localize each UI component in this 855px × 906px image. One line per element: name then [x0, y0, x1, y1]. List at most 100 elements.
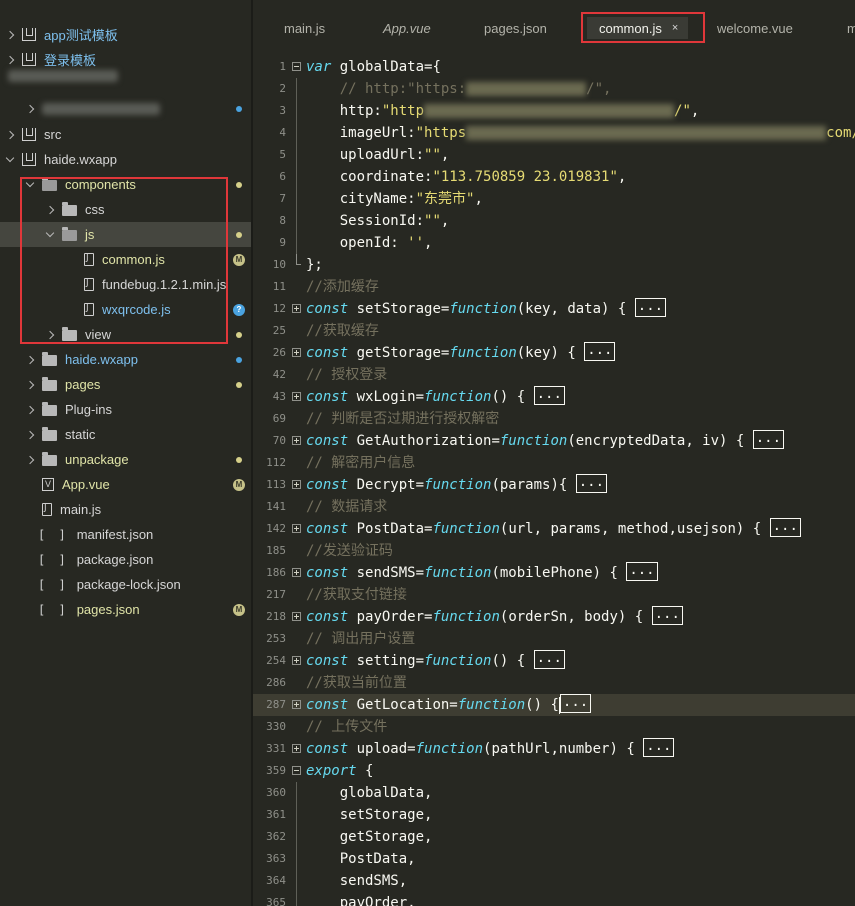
code-line[interactable]: 3 http:"http /", [253, 100, 855, 122]
code-line[interactable]: 360 globalData, [253, 782, 855, 804]
code-line[interactable]: 363 PostData, [253, 848, 855, 870]
expand-fold-icon[interactable] [292, 348, 301, 357]
expand-fold-icon[interactable] [292, 700, 301, 709]
tree-item-src[interactable]: src [0, 122, 251, 147]
chevron-right-icon[interactable] [4, 129, 16, 141]
code-line[interactable]: 361 setStorage, [253, 804, 855, 826]
tree-item-login-template[interactable]: 登录模板 [0, 47, 251, 72]
folded-code-ellipsis[interactable]: ... [584, 342, 616, 361]
code-line[interactable]: 365 payOrder, [253, 892, 855, 906]
code-line[interactable]: 364 sendSMS, [253, 870, 855, 892]
tree-item-main-js[interactable]: main.js [0, 497, 251, 522]
code-line[interactable]: 185 //发送验证码 [253, 540, 855, 562]
tree-item-package-lock-json[interactable]: [ ] package-lock.json [0, 572, 251, 597]
expand-fold-icon[interactable] [292, 744, 301, 753]
code-line[interactable]: 26 const getStorage=function(key) { ... [253, 342, 855, 364]
chevron-right-icon[interactable] [24, 429, 36, 441]
expand-fold-icon[interactable] [292, 524, 301, 533]
code-line[interactable]: 11 //添加缓存 [253, 276, 855, 298]
code-line[interactable]: 359 export { [253, 760, 855, 782]
tree-item-redacted[interactable] [0, 96, 251, 121]
code-line[interactable]: 42 // 授权登录 [253, 364, 855, 386]
chevron-right-icon[interactable] [4, 54, 16, 66]
expand-fold-icon[interactable] [292, 656, 301, 665]
folded-code-ellipsis[interactable]: ... [533, 386, 565, 405]
code-token: setting= [348, 653, 425, 669]
expand-fold-icon[interactable] [292, 304, 301, 313]
folded-code-ellipsis[interactable]: ... [559, 694, 592, 713]
tab-main-js[interactable]: main.js [284, 17, 325, 39]
folded-code-ellipsis[interactable]: ... [651, 606, 683, 625]
code-line[interactable]: 362 getStorage, [253, 826, 855, 848]
code-line[interactable]: 10}; [253, 254, 855, 276]
expand-fold-icon[interactable] [292, 612, 301, 621]
chevron-right-icon[interactable] [24, 379, 36, 391]
code-line[interactable]: 142 const PostData=function(url, params, … [253, 518, 855, 540]
tab-welcome-vue[interactable]: welcome.vue [717, 17, 793, 39]
folded-code-ellipsis[interactable]: ... [626, 562, 658, 581]
tree-item-app-vue[interactable]: V App.vue M [0, 472, 251, 497]
tree-item-package-json[interactable]: [ ] package.json [0, 547, 251, 572]
code-line[interactable]: 25 //获取缓存 [253, 320, 855, 342]
expand-fold-icon[interactable] [292, 392, 301, 401]
code-line[interactable]: 1 var globalData={ [253, 56, 855, 78]
chevron-right-icon[interactable] [24, 354, 36, 366]
code-line[interactable]: 2 // http:"https: /", [253, 78, 855, 100]
folded-code-ellipsis[interactable]: ... [769, 518, 801, 537]
code-line[interactable]: 113 const Decrypt=function(params){ ... [253, 474, 855, 496]
code-line[interactable]: 112 // 解密用户信息 [253, 452, 855, 474]
tree-item-app-template[interactable]: app测试模板 [0, 22, 251, 47]
tree-item-unpackage[interactable]: unpackage [0, 447, 251, 472]
tab-app-vue[interactable]: App.vue [383, 17, 431, 39]
code-line[interactable]: 287 const GetLocation=function() {... [253, 694, 855, 716]
code-line[interactable]: 7 cityName:"东莞市", [253, 188, 855, 210]
tree-item-manifest-json[interactable]: [ ] manifest.json [0, 522, 251, 547]
tree-item-static[interactable]: static [0, 422, 251, 447]
tree-item-haide-wxapp[interactable]: haide.wxapp [0, 347, 251, 372]
chevron-right-icon[interactable] [4, 29, 16, 41]
code-line[interactable]: 217 //获取支付链接 [253, 584, 855, 606]
tab-pages-json[interactable]: pages.json [484, 17, 547, 39]
code-line[interactable]: 331 const upload=function(pathUrl,number)… [253, 738, 855, 760]
code-line[interactable]: 141 // 数据请求 [253, 496, 855, 518]
expand-fold-icon[interactable] [292, 436, 301, 445]
chevron-right-icon[interactable] [24, 454, 36, 466]
expand-fold-icon[interactable] [292, 480, 301, 489]
chevron-right-icon[interactable] [24, 404, 36, 416]
code-line[interactable]: 218 const payOrder=function(orderSn, body… [253, 606, 855, 628]
code-line[interactable]: 254 const setting=function() { ... [253, 650, 855, 672]
code-line[interactable]: 286 //获取当前位置 [253, 672, 855, 694]
code-line[interactable]: 330 // 上传文件 [253, 716, 855, 738]
tree-item-plug-ins[interactable]: Plug-ins [0, 397, 251, 422]
tab-overflow[interactable]: m [847, 17, 855, 39]
code-token: function [415, 741, 484, 757]
tree-item-pages-json[interactable]: [ ] pages.json M [0, 597, 251, 622]
chevron-right-icon[interactable] [24, 103, 36, 115]
chevron-down-icon[interactable] [4, 153, 16, 166]
tree-item-haide-wxapp-project[interactable]: haide.wxapp [0, 147, 251, 172]
code-line[interactable]: 43 const wxLogin=function() { ... [253, 386, 855, 408]
folded-code-ellipsis[interactable]: ... [575, 474, 608, 493]
code-line[interactable]: 12 const setStorage=function(key, data) {… [253, 298, 855, 320]
code-line[interactable]: 9 openId: '', [253, 232, 855, 254]
folded-code-ellipsis[interactable]: ... [752, 430, 785, 449]
code-editor[interactable]: 1 var globalData={2 // http:"https:/", 3 h… [253, 50, 855, 906]
folded-code-ellipsis[interactable]: ... [533, 650, 565, 669]
code-line[interactable]: 5 uploadUrl:"", [253, 144, 855, 166]
code-line[interactable]: 69 // 判断是否过期进行授权解密 [253, 408, 855, 430]
code-line[interactable]: 4 imageUrl:"https com/ [253, 122, 855, 144]
tree-item-label: haide.wxapp [65, 352, 138, 367]
code-line[interactable]: 253 // 调出用户设置 [253, 628, 855, 650]
folded-code-ellipsis[interactable]: ... [643, 738, 675, 757]
folded-code-ellipsis[interactable]: ... [634, 298, 667, 317]
code-line[interactable]: 6 coordinate:"113.750859 23.019831", [253, 166, 855, 188]
collapse-fold-icon[interactable] [292, 62, 301, 71]
code-line[interactable]: 70 const GetAuthorization=function(encryp… [253, 430, 855, 452]
status-dot [236, 456, 242, 463]
code-line[interactable]: 8 SessionId:"", [253, 210, 855, 232]
expand-fold-icon[interactable] [292, 568, 301, 577]
code-line[interactable]: 186 const sendSMS=function(mobilePhone) {… [253, 562, 855, 584]
collapse-fold-icon[interactable] [292, 766, 301, 775]
line-number: 362 [266, 830, 286, 843]
tree-item-pages[interactable]: pages [0, 372, 251, 397]
